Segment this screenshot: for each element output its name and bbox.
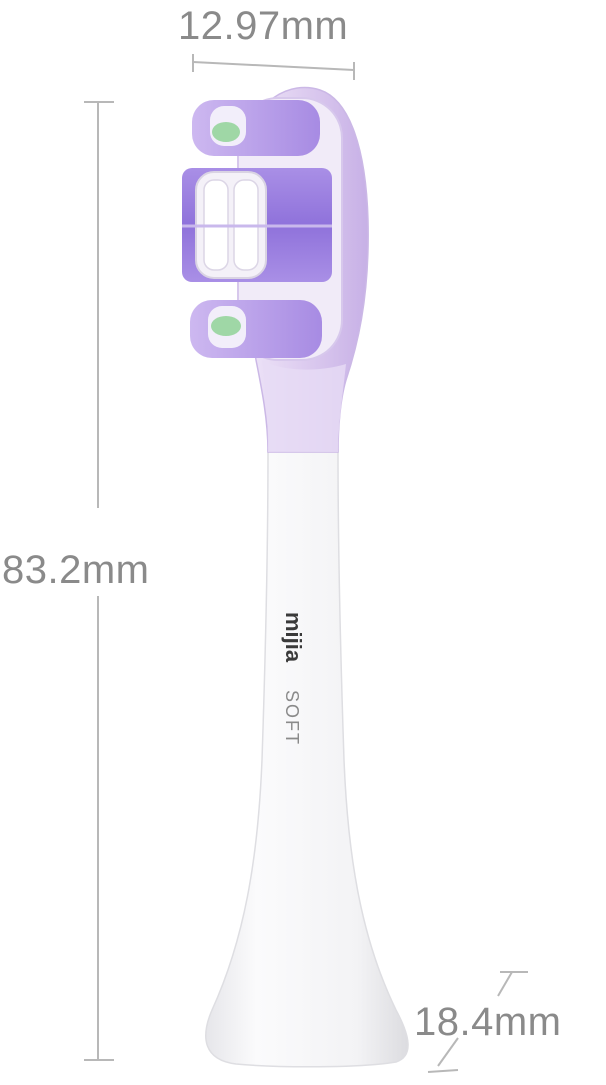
- head-neck-highlight: [262, 360, 346, 452]
- middle-bristle-block: [182, 168, 332, 282]
- base-dimension-label: 18.4mm: [414, 1000, 562, 1044]
- top-bristle-tuft: [192, 100, 320, 156]
- toothbrush-illustration: mijia SOFT: [84, 54, 528, 1073]
- brand-logo: mijia: [281, 612, 306, 663]
- width-dimension-line: [192, 54, 355, 80]
- height-dimension-label: 83.2mm: [2, 548, 150, 592]
- width-dimension-label: 12.97mm: [178, 4, 349, 48]
- variant-label: SOFT: [282, 690, 302, 746]
- toothbrush-handle: [205, 449, 409, 1068]
- bottom-bristle-tuft: [190, 300, 322, 358]
